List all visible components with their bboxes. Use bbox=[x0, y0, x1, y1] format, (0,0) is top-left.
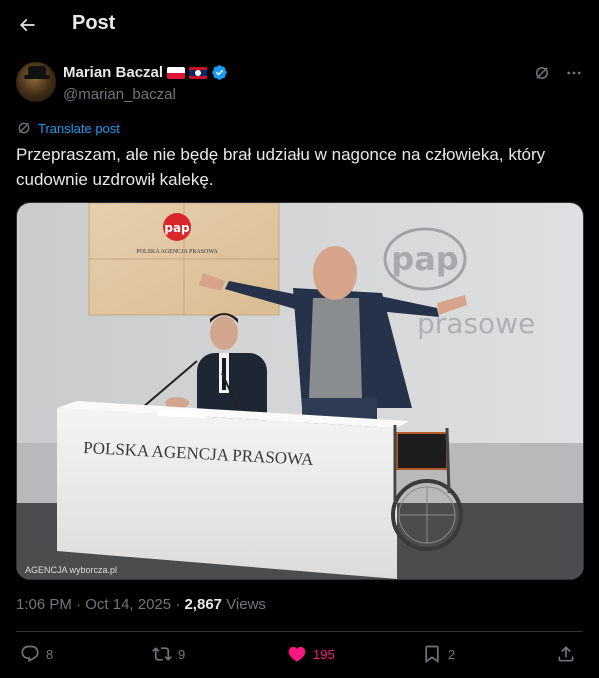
views-label: Views bbox=[226, 596, 266, 613]
share-button[interactable] bbox=[556, 644, 576, 664]
translate-post-link[interactable]: Translate post bbox=[16, 120, 120, 136]
page-title: Post bbox=[72, 12, 116, 34]
like-count: 195 bbox=[313, 646, 335, 662]
avatar[interactable] bbox=[16, 62, 56, 102]
author-actions bbox=[533, 64, 583, 82]
share-icon bbox=[558, 646, 574, 662]
bookmark-count: 2 bbox=[448, 646, 456, 662]
post-image[interactable]: pap POLSKA AGENCJA PRASOWA pap prasowe P… bbox=[16, 202, 584, 580]
press-conference-photo: pap POLSKA AGENCJA PRASOWA pap prasowe P… bbox=[17, 203, 583, 579]
verified-badge-icon[interactable] bbox=[211, 64, 228, 81]
views-count: 2,867 bbox=[184, 596, 223, 613]
tweet-text: Przepraszam, ale nie będę brał udziału w… bbox=[16, 145, 546, 189]
repost-button[interactable]: 9 bbox=[152, 644, 185, 664]
author-name-row: Marian Baczal bbox=[63, 64, 228, 81]
reply-icon bbox=[21, 645, 39, 663]
post-header: Post bbox=[0, 0, 599, 52]
grok-icon bbox=[536, 67, 548, 79]
bookmark-icon bbox=[425, 645, 439, 664]
post-author: Marian Baczal @marian_baczal bbox=[16, 62, 583, 106]
divider bbox=[16, 631, 583, 632]
flag-poland-icon bbox=[167, 66, 186, 79]
reply-button[interactable]: 8 bbox=[20, 644, 53, 664]
bookmark-button[interactable]: 2 bbox=[422, 644, 455, 664]
like-button[interactable]: 195 bbox=[287, 644, 335, 664]
back-button[interactable] bbox=[10, 8, 44, 42]
board-logo: pap bbox=[164, 221, 190, 235]
more-options-button[interactable] bbox=[565, 64, 583, 82]
translate-label: Translate post bbox=[38, 120, 120, 136]
post-meta: 1:06 PM · Oct 14, 2025 · 2,867 Views bbox=[16, 596, 266, 613]
author-name[interactable]: Marian Baczal bbox=[63, 64, 163, 81]
post-actions-bar: 8 9 195 2 bbox=[16, 644, 583, 668]
reply-count: 8 bbox=[46, 646, 54, 662]
board-small-text: POLSKA AGENCJA PRASOWA bbox=[136, 249, 218, 255]
repost-count: 9 bbox=[178, 646, 186, 662]
repost-icon bbox=[152, 647, 172, 661]
post-date[interactable]: Oct 14, 2025 bbox=[85, 596, 171, 613]
grok-button[interactable] bbox=[533, 64, 551, 82]
author-handle[interactable]: @marian_baczal bbox=[63, 86, 176, 103]
flag-laos-icon bbox=[189, 66, 208, 79]
more-horizontal-icon bbox=[567, 71, 581, 75]
post-time[interactable]: 1:06 PM bbox=[16, 596, 72, 613]
arrow-left-icon bbox=[19, 18, 35, 32]
translate-icon bbox=[18, 122, 30, 134]
wall-logo: pap bbox=[391, 240, 458, 278]
photo-watermark: AGENCJA wyborcza.pl bbox=[25, 565, 117, 575]
heart-filled-icon bbox=[288, 646, 306, 662]
